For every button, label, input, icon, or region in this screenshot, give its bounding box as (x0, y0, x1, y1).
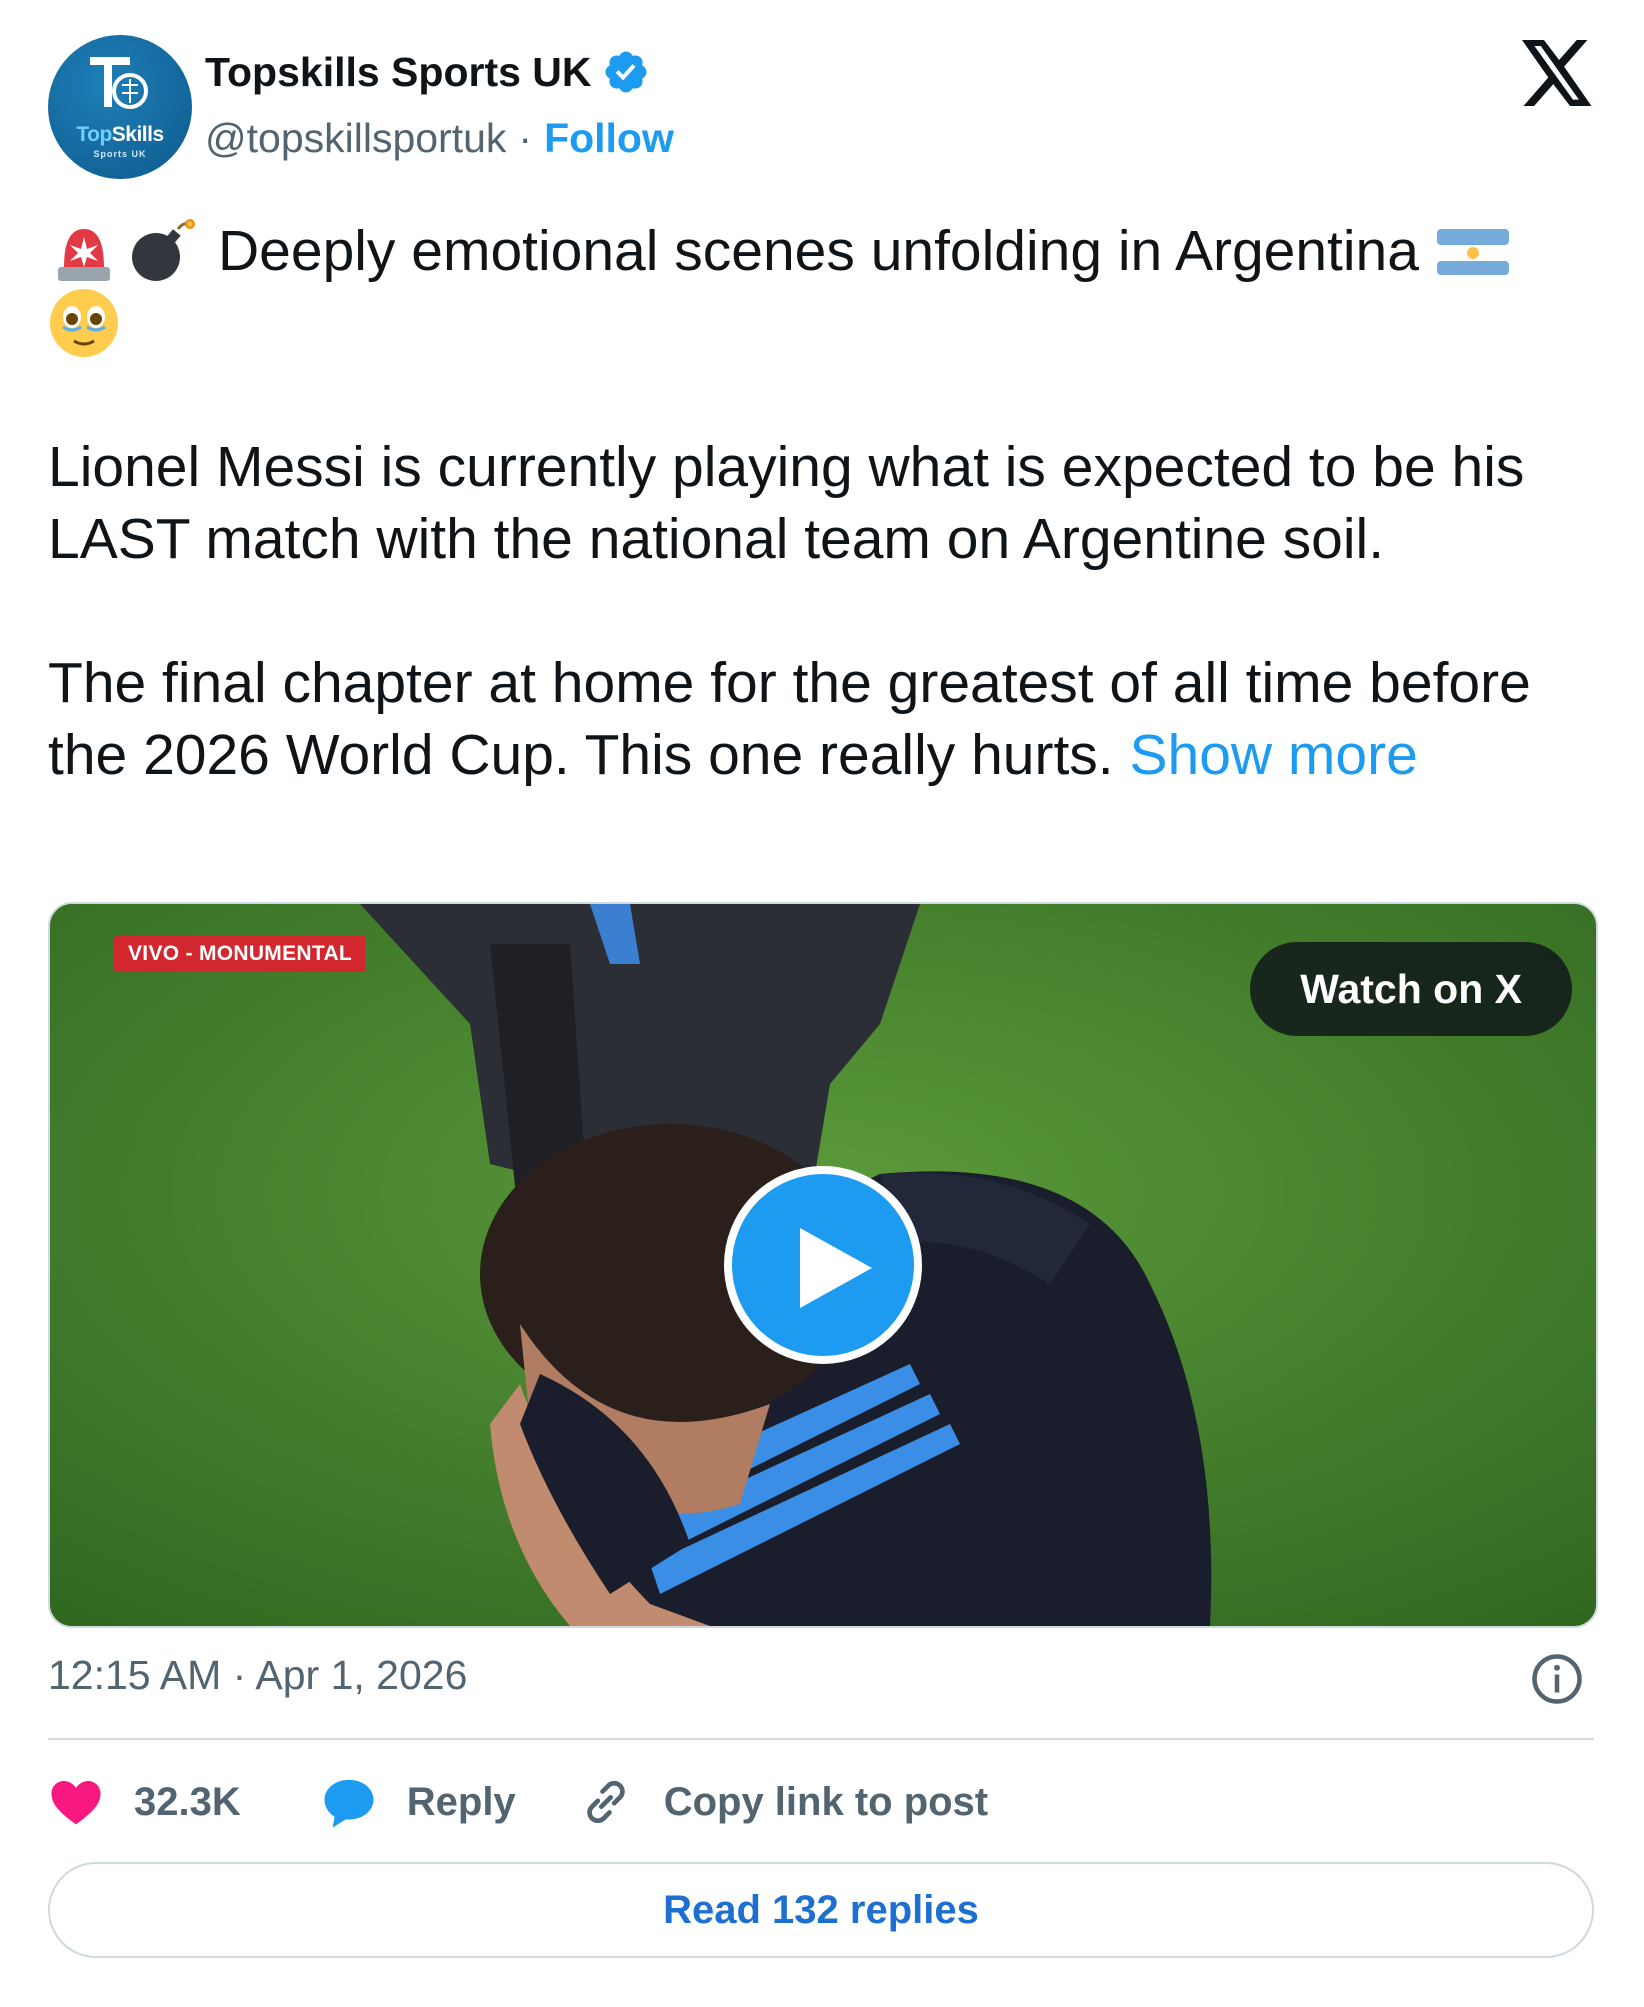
verified-badge-icon (605, 51, 647, 93)
show-more-link[interactable]: Show more (1129, 723, 1417, 787)
topskills-logo-icon (90, 57, 148, 109)
author-avatar[interactable]: TopSkills Sports UK (48, 35, 192, 179)
police-light-emoji-icon (58, 229, 110, 281)
link-icon (586, 1780, 625, 1824)
tweet-embed-card: TopSkills Sports UK Topskills Sports UK … (0, 0, 1644, 2007)
play-button[interactable] (724, 1166, 922, 1364)
divider (48, 1738, 1594, 1740)
copy-link-button[interactable]: Copy link to post (578, 1774, 988, 1830)
video-media[interactable]: VIVO - MONUMENTAL Watch on X (48, 902, 1598, 1628)
reply-label: Reply (406, 1779, 516, 1824)
author-name-row: Topskills Sports UK (205, 48, 650, 96)
tweet-text: Deeply emotional scenes unfolding in Arg… (48, 215, 1608, 791)
holding-back-tears-emoji-icon (50, 289, 118, 357)
tweet-paragraph-2: Lionel Messi is currently playing what i… (48, 435, 1525, 571)
play-icon (800, 1228, 872, 1308)
x-logo-icon[interactable] (1522, 40, 1594, 106)
avatar-brand-text: TopSkills (76, 123, 164, 146)
tweet-line-1-text: Deeply emotional scenes unfolding in Arg… (218, 219, 1419, 283)
author-display-name[interactable]: Topskills Sports UK (205, 49, 592, 96)
copy-link-label: Copy link to post (663, 1779, 989, 1824)
reply-button[interactable]: Reply (321, 1774, 516, 1830)
argentina-flag-emoji-icon (1436, 229, 1509, 275)
reply-bubble-icon (324, 1779, 374, 1828)
action-bar: 32.3K Reply Copy link to post (48, 1770, 1050, 1834)
avatar-subtext: Sports UK (93, 149, 147, 159)
live-broadcast-tag: VIVO - MONUMENTAL (114, 936, 367, 972)
info-icon[interactable] (1530, 1652, 1584, 1706)
post-timestamp[interactable]: 12:15 AM · Apr 1, 2026 (48, 1652, 467, 1699)
heart-icon (51, 1781, 101, 1825)
read-replies-button[interactable]: Read 132 replies (48, 1862, 1594, 1958)
separator-dot: · (518, 115, 533, 161)
author-handle-row: @topskillsportuk · Follow (205, 115, 674, 162)
like-button[interactable]: 32.3K (48, 1774, 241, 1830)
author-handle[interactable]: @topskillsportuk (205, 115, 506, 162)
tweet-line-1: Deeply emotional scenes unfolding in Arg… (48, 215, 1608, 287)
follow-button[interactable]: Follow (544, 115, 674, 162)
bomb-emoji-icon (132, 219, 195, 281)
tweet-paragraph-3: The final chapter at home for the greate… (48, 651, 1531, 787)
like-count: 32.3K (134, 1779, 241, 1824)
watch-on-x-button[interactable]: Watch on X (1250, 942, 1572, 1036)
